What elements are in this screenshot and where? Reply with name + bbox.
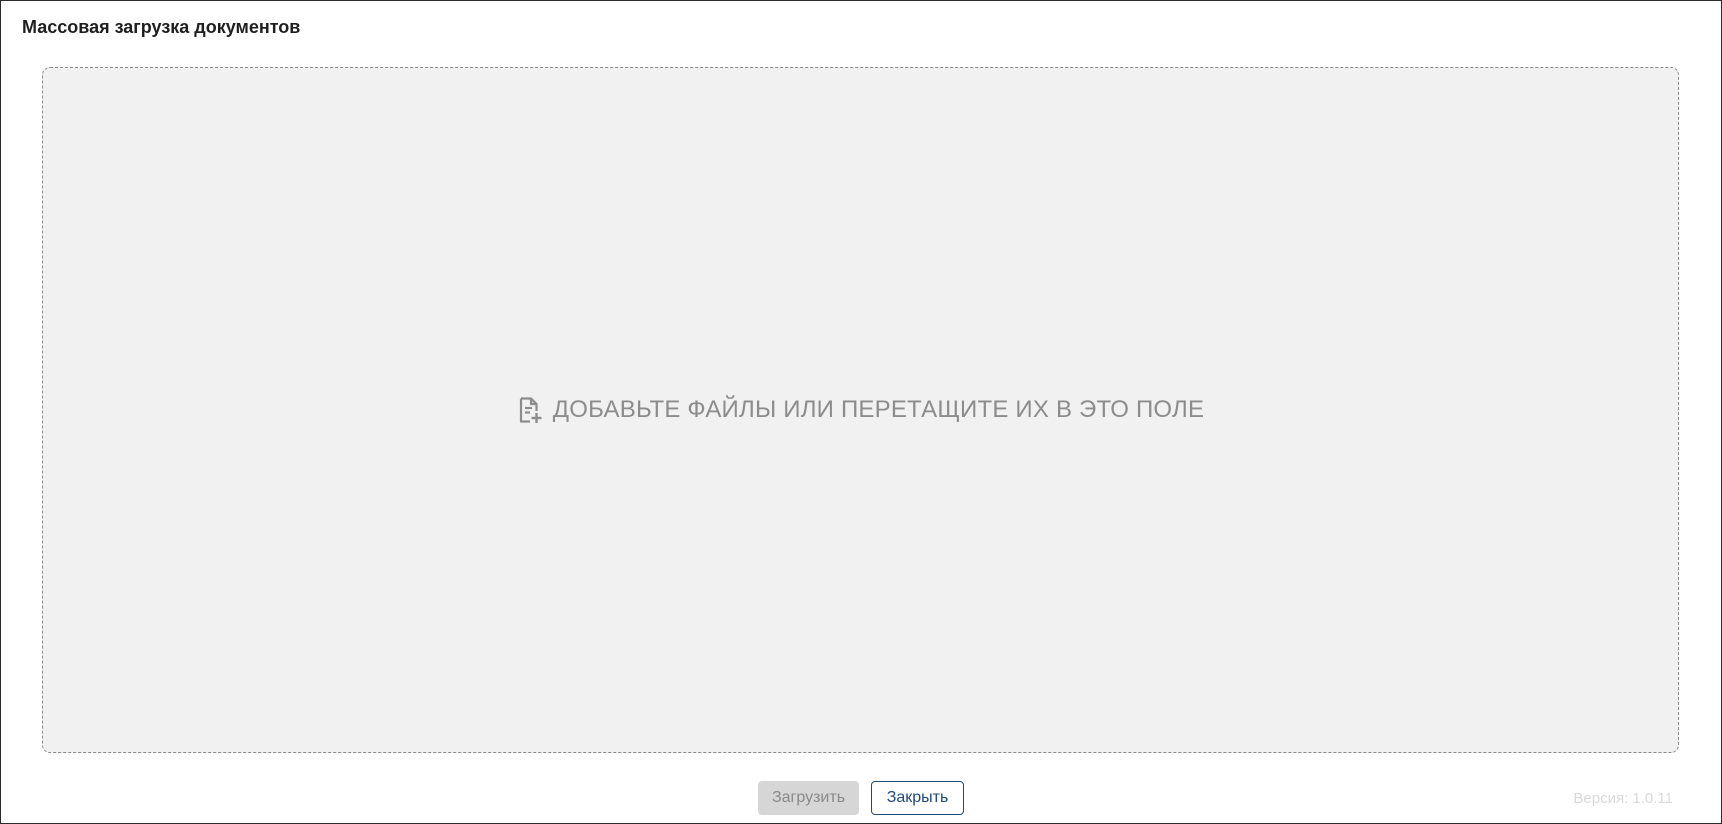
dropzone-content: ДОБАВЬТЕ ФАЙЛЫ ИЛИ ПЕРЕТАЩИТЕ ИХ В ЭТО П… [517, 396, 1204, 424]
dialog-title: Массовая загрузка документов [22, 17, 301, 37]
version-label: Версия: 1.0.11 [1573, 790, 1673, 807]
upload-dialog: Массовая загрузка документов ДОБАВЬТЕ ФА… [0, 0, 1722, 824]
file-add-icon [517, 396, 543, 424]
file-dropzone[interactable]: ДОБАВЬТЕ ФАЙЛЫ ИЛИ ПЕРЕТАЩИТЕ ИХ В ЭТО П… [42, 67, 1679, 753]
dropzone-label: ДОБАВЬТЕ ФАЙЛЫ ИЛИ ПЕРЕТАЩИТЕ ИХ В ЭТО П… [552, 396, 1205, 423]
close-button[interactable]: Закрыть [871, 781, 964, 815]
upload-button[interactable]: Загрузить [758, 781, 859, 815]
